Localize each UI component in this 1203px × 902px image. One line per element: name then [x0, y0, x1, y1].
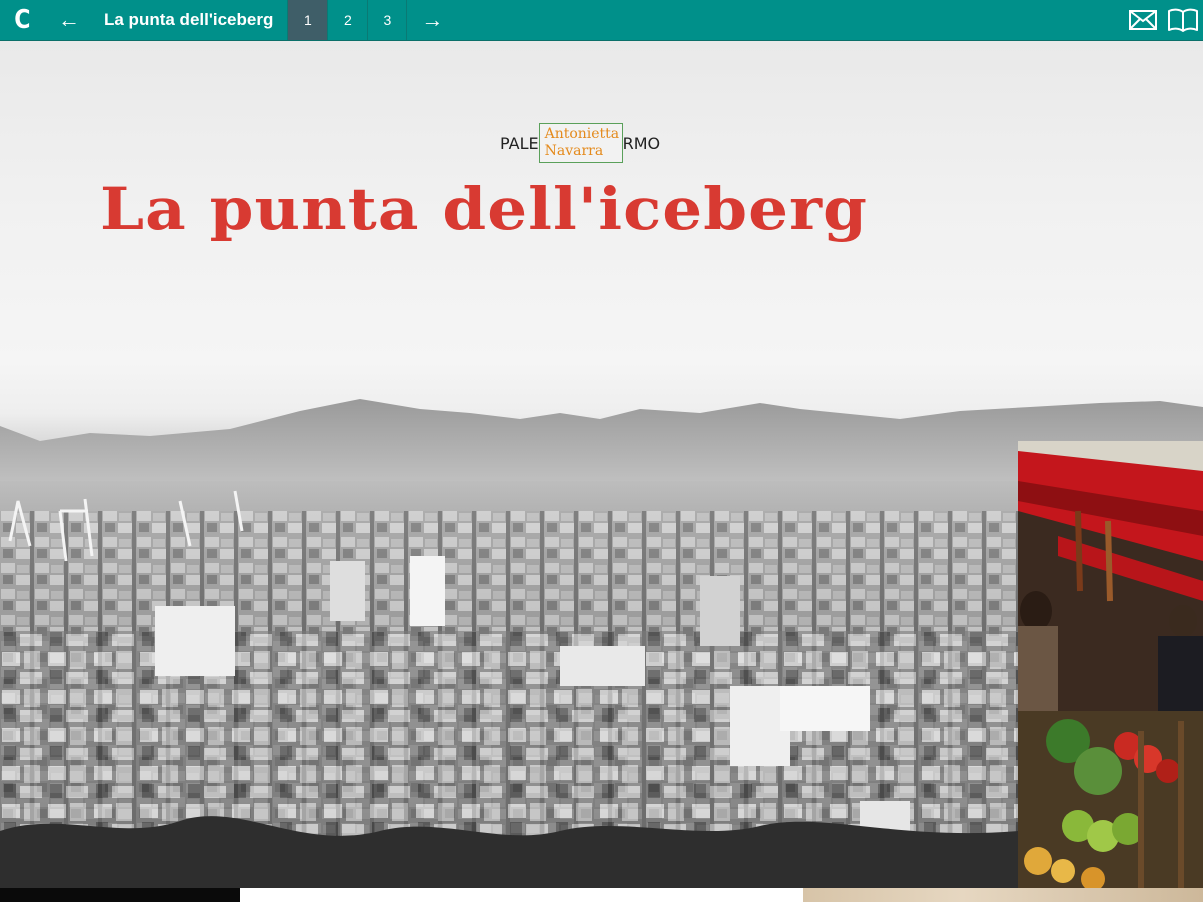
market-photo [1018, 441, 1203, 888]
headline: La punta dell'iceberg [100, 175, 868, 243]
previous-article-button[interactable]: ← [44, 0, 94, 40]
page-2-button[interactable]: 2 [327, 0, 367, 40]
top-navigation-bar: C ← La punta dell'iceberg 1 2 3 → [0, 0, 1203, 41]
bottom-photo-panel [803, 888, 1203, 902]
page-3-button[interactable]: 3 [367, 0, 408, 40]
hero-image: PALE Antonietta Navarra RMO La punta del… [0, 41, 1203, 888]
bottom-dark-panel [0, 888, 240, 902]
author-name[interactable]: Antonietta Navarra [538, 123, 623, 163]
bottom-white-panel [240, 888, 803, 902]
bottom-strip [0, 888, 1203, 902]
mail-icon[interactable] [1123, 0, 1163, 40]
page-1-button[interactable]: 1 [287, 0, 328, 40]
location-right: RMO [622, 133, 661, 153]
location-tag: PALE Antonietta Navarra RMO [500, 121, 660, 165]
location-left: PALE [500, 133, 539, 153]
article-title: La punta dell'iceberg [104, 10, 274, 29]
logo[interactable]: C [3, 0, 40, 40]
next-article-button[interactable]: → [407, 0, 457, 40]
book-icon[interactable] [1163, 0, 1203, 40]
page-selector: 1 2 3 [287, 0, 408, 40]
